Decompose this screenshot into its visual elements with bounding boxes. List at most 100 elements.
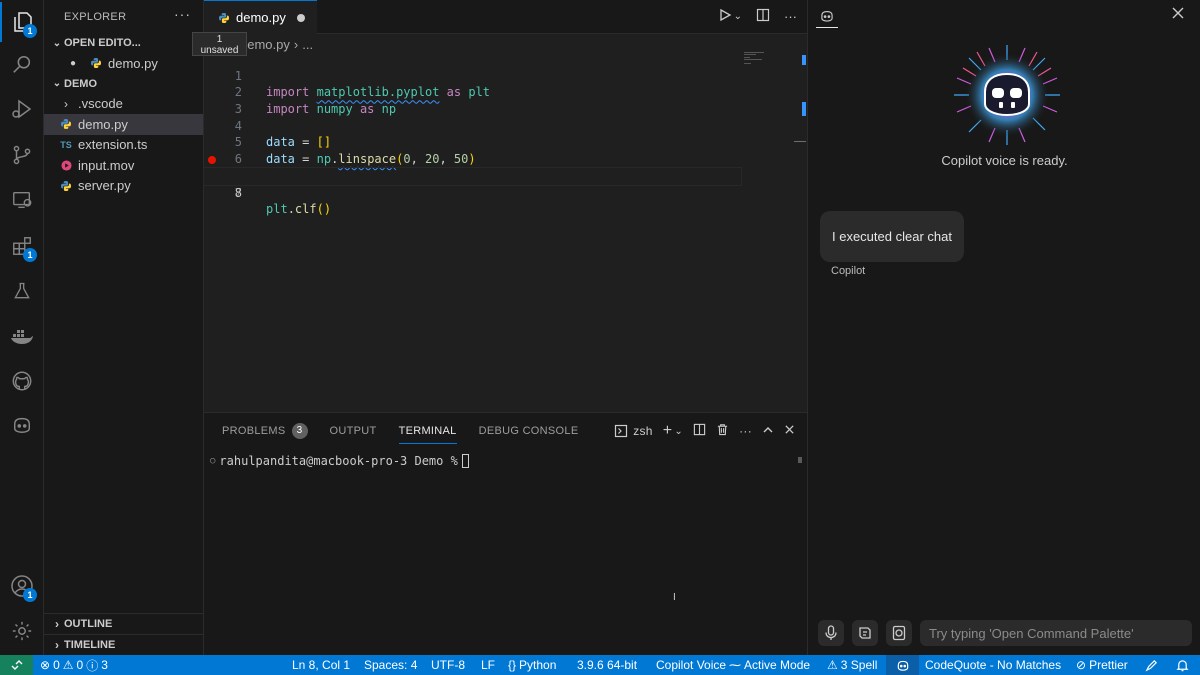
run-debug-icon[interactable]	[0, 89, 44, 129]
breadcrumb-more[interactable]: ...	[302, 37, 313, 52]
copilot-voice-logo	[949, 40, 1065, 150]
copilot-chat-icon[interactable]	[886, 620, 912, 646]
open-editors-label: OPEN EDITO...	[64, 37, 141, 49]
tab-terminal[interactable]: TERMINAL	[398, 413, 457, 448]
chevron-down-icon[interactable]: ⌄	[734, 11, 742, 22]
testing-icon[interactable]	[0, 271, 44, 311]
github-icon[interactable]	[0, 361, 44, 401]
open-editors-section[interactable]: ⌄ OPEN EDITO...	[44, 33, 203, 53]
tab-output[interactable]: OUTPUT	[330, 413, 377, 448]
close-icon[interactable]	[1172, 6, 1184, 22]
encoding[interactable]: UTF-8	[431, 655, 465, 675]
unsaved-dot-icon[interactable]	[297, 14, 305, 22]
problems-count-badge: 3	[291, 422, 308, 439]
code-line: 6	[204, 134, 744, 166]
copilot-status-icon[interactable]	[886, 655, 919, 675]
minimap[interactable]	[744, 51, 774, 71]
python-icon	[58, 118, 74, 130]
file-name: demo.py	[78, 116, 128, 132]
timeline-label: TIMELINE	[64, 638, 116, 651]
maximize-panel-icon[interactable]	[762, 424, 774, 439]
codequote-status[interactable]: CodeQuote - No Matches	[925, 655, 1061, 675]
code-line-current: 8	[203, 166, 742, 200]
code-line: 2 import numpy as np	[204, 68, 744, 116]
breakpoint-icon[interactable]	[208, 156, 216, 165]
demo-folder-section[interactable]: ⌄ DEMO	[44, 74, 203, 94]
run-icon[interactable]	[718, 8, 732, 25]
terminal-selector[interactable]: zsh	[614, 424, 653, 438]
file-item-server-py[interactable]: server.py	[44, 176, 203, 197]
new-terminal-icon[interactable]: +	[663, 422, 673, 440]
media-icon	[58, 160, 74, 171]
extensions-icon[interactable]: 1	[0, 226, 44, 266]
panel-tabs: PROBLEMS 3 OUTPUT TERMINAL DEBUG CONSOLE…	[204, 413, 807, 448]
remote-explorer-icon[interactable]	[0, 180, 44, 220]
split-editor-icon[interactable]	[756, 8, 770, 25]
chevron-right-icon: ›	[64, 96, 68, 111]
open-editor-item[interactable]: ● demo.py	[44, 53, 203, 74]
mode-label: Active Mode	[744, 658, 811, 672]
trash-icon[interactable]	[716, 423, 729, 439]
warning-icon: ⚠	[62, 658, 74, 672]
settings-gear-icon[interactable]	[0, 611, 44, 651]
cursor-position[interactable]: Ln 8, Col 1	[292, 655, 350, 675]
file-item-extension-ts[interactable]: TS extension.ts	[44, 135, 203, 156]
error-count: 0	[53, 658, 60, 672]
code-editor[interactable]: 1 import matplotlib.pyplot as plt 2 impo…	[203, 51, 744, 216]
problems-status[interactable]: ⊗ 0 ⚠ 0 ⓘ 3	[40, 655, 108, 675]
activity-bar: 1 1 1	[0, 0, 44, 655]
notifications-icon[interactable]	[1176, 655, 1189, 675]
docker-icon[interactable]	[0, 316, 44, 356]
language-mode[interactable]: {} Python	[508, 655, 556, 675]
breadcrumb-file[interactable]: demo.py	[240, 37, 290, 52]
scroll-indicator	[802, 55, 806, 65]
chat-message-bubble: I executed clear chat	[820, 211, 964, 262]
terminal-output[interactable]: ○ rahulpandita@macbook-pro-3 Demo %	[204, 454, 807, 468]
search-icon[interactable]	[0, 45, 44, 85]
file-item-input-mov[interactable]: input.mov	[44, 155, 203, 176]
unsaved-count: 1	[216, 34, 223, 45]
indentation[interactable]: Spaces: 4	[364, 655, 417, 675]
tab-demo-py[interactable]: demo.py	[204, 0, 317, 34]
accounts-icon[interactable]: 1	[0, 566, 44, 606]
file-item-vscode[interactable]: › .vscode	[44, 94, 203, 115]
spell-check[interactable]: ⚠ 3 Spell	[827, 655, 877, 675]
copilot-voice-status-item[interactable]: Copilot Voice ⁓ Active Mode	[656, 655, 810, 675]
unsaved-label: unsaved	[200, 45, 239, 56]
outline-section[interactable]: › OUTLINE	[44, 613, 204, 633]
chevron-down-icon[interactable]: ⌄	[674, 426, 683, 437]
explorer-icon[interactable]: 1	[0, 2, 44, 42]
code-line: 3	[204, 84, 744, 116]
copilot-icon[interactable]	[0, 405, 44, 445]
prettier-status[interactable]: ⊘ Prettier	[1076, 655, 1128, 675]
tab-debug-console[interactable]: DEBUG CONSOLE	[479, 413, 579, 448]
python-icon	[58, 180, 74, 192]
chevron-down-icon: ⌄	[52, 78, 62, 89]
feedback-icon[interactable]	[1145, 655, 1158, 675]
copilot-input-row: Try typing 'Open Command Palette'	[818, 620, 1192, 646]
copilot-tab-icon[interactable]	[816, 4, 838, 28]
file-name: input.mov	[78, 157, 135, 173]
copilot-input[interactable]: Try typing 'Open Command Palette'	[920, 620, 1192, 646]
timeline-section[interactable]: › TIMELINE	[44, 634, 204, 654]
source-control-icon[interactable]	[0, 135, 44, 175]
close-panel-icon[interactable]	[784, 424, 795, 438]
remote-indicator[interactable]	[0, 655, 33, 675]
file-item-demo-py[interactable]: demo.py	[44, 114, 203, 135]
split-terminal-icon[interactable]	[693, 423, 706, 439]
python-interpreter[interactable]: 3.9.6 64-bit	[577, 655, 637, 675]
status-bar: ⊗ 0 ⚠ 0 ⓘ 3 Ln 8, Col 1 Spaces: 4 UTF-8 …	[0, 655, 1200, 675]
more-actions-icon[interactable]: ···	[739, 424, 752, 438]
more-actions-icon[interactable]: ···	[174, 6, 191, 22]
end-of-line[interactable]: LF	[481, 655, 495, 675]
explorer-sidebar: EXPLORER ··· ⌄ OPEN EDITO... 1 unsaved ●…	[44, 0, 247, 655]
more-actions-icon[interactable]: ···	[784, 9, 797, 24]
unsaved-dot-icon: ●	[70, 58, 77, 70]
folder-label: DEMO	[64, 77, 97, 90]
microphone-icon[interactable]	[818, 620, 844, 646]
tab-label: TERMINAL	[398, 424, 457, 437]
code-line: 4 data = []	[204, 101, 744, 150]
tab-problems[interactable]: PROBLEMS 3	[222, 413, 308, 448]
copilot-panel: Copilot voice is ready. I executed clear…	[807, 0, 1200, 655]
command-palette-icon[interactable]	[852, 620, 878, 646]
